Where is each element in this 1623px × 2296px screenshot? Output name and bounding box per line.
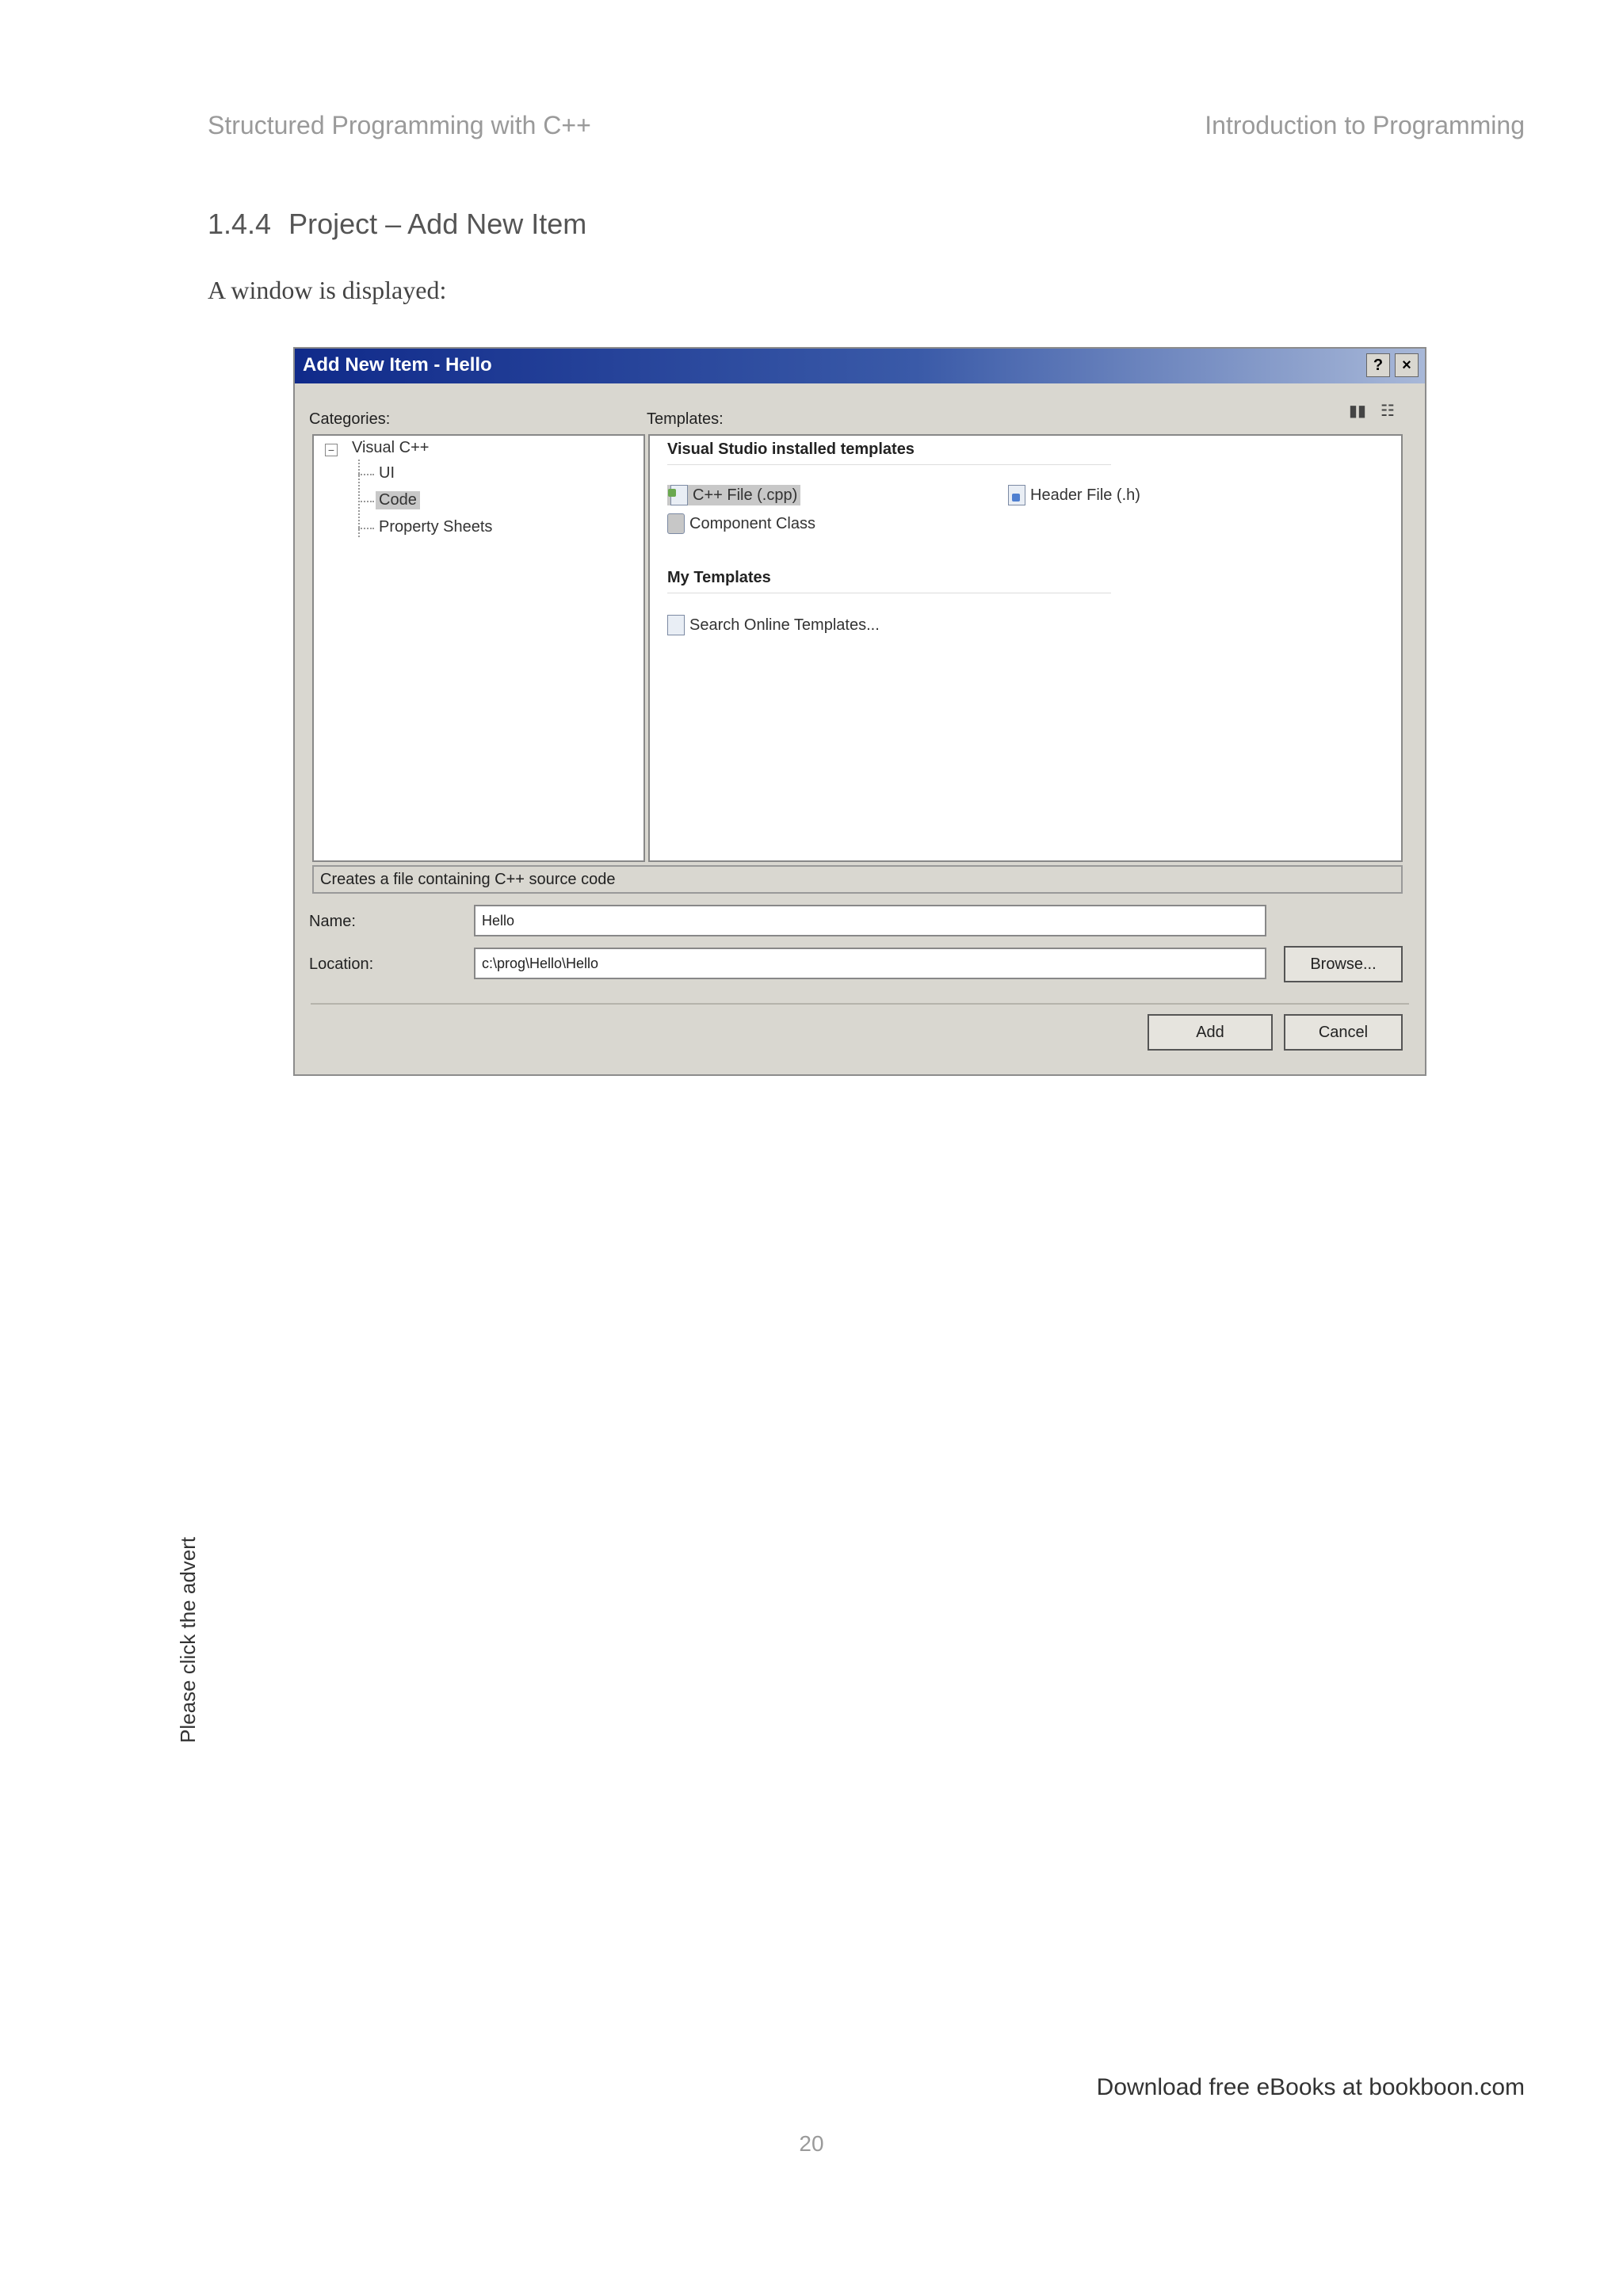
add-button[interactable]: Add xyxy=(1148,1014,1273,1051)
cpp-file-icon xyxy=(668,485,688,505)
advert-side-note[interactable]: Please click the advert xyxy=(176,1537,200,1743)
name-input[interactable]: Hello xyxy=(474,905,1266,936)
location-label: Location: xyxy=(309,955,374,973)
tree-connector xyxy=(358,474,374,475)
running-header-right: Introduction to Programming xyxy=(1205,111,1525,139)
close-button[interactable]: × xyxy=(1395,353,1419,377)
page-number: 20 xyxy=(799,2131,824,2156)
body-paragraph: A window is displayed: xyxy=(208,276,447,304)
group-divider xyxy=(667,464,1111,465)
tree-item-ui[interactable]: UI xyxy=(379,464,395,482)
component-class-icon xyxy=(667,513,685,534)
name-label: Name: xyxy=(309,913,356,930)
dialog-title: Add New Item - Hello xyxy=(303,354,492,376)
small-icons-view-icon[interactable]: ☷ xyxy=(1374,398,1401,425)
tree-item-visual-cpp[interactable]: Visual C++ xyxy=(352,439,429,457)
tree-connector xyxy=(358,501,374,502)
categories-tree[interactable]: − Visual C++ UI Code Property Sheets xyxy=(312,434,645,862)
section-number: 1.4.4 xyxy=(208,208,272,240)
template-component-class-label: Component Class xyxy=(689,514,815,532)
search-online-icon xyxy=(667,615,685,635)
tree-collapse-icon[interactable]: − xyxy=(325,444,338,456)
template-search-online-label: Search Online Templates... xyxy=(689,616,880,634)
browse-button[interactable]: Browse... xyxy=(1284,946,1403,982)
template-description: Creates a file containing C++ source cod… xyxy=(312,865,1403,894)
footer-download-link[interactable]: Download free eBooks at bookboon.com xyxy=(1097,2074,1525,2101)
group-installed-templates: Visual Studio installed templates xyxy=(667,441,915,458)
categories-label: Categories: xyxy=(309,410,391,428)
section-heading: 1.4.4 Project – Add New Item xyxy=(208,208,586,241)
header-file-icon xyxy=(1008,485,1025,505)
tree-connector xyxy=(358,460,360,537)
template-component-class[interactable]: Component Class xyxy=(667,513,815,534)
cancel-button[interactable]: Cancel xyxy=(1284,1014,1403,1051)
templates-list[interactable]: Visual Studio installed templates C++ Fi… xyxy=(648,434,1403,862)
template-cpp-file-label: C++ File (.cpp) xyxy=(693,486,798,504)
tree-connector xyxy=(358,528,374,529)
location-input[interactable]: c:\prog\Hello\Hello xyxy=(474,948,1266,979)
tree-item-property-sheets[interactable]: Property Sheets xyxy=(379,518,492,536)
template-search-online[interactable]: Search Online Templates... xyxy=(667,615,880,635)
add-new-item-dialog: Add New Item - Hello ? × Categories: Tem… xyxy=(293,347,1426,1076)
running-header-left: Structured Programming with C++ xyxy=(208,111,591,139)
dialog-titlebar: Add New Item - Hello ? × xyxy=(295,349,1425,383)
template-cpp-file[interactable]: C++ File (.cpp) xyxy=(667,485,801,505)
tree-item-code[interactable]: Code xyxy=(376,491,420,509)
group-my-templates: My Templates xyxy=(667,569,771,586)
section-title: Project – Add New Item xyxy=(288,208,587,240)
templates-label: Templates: xyxy=(647,410,724,428)
help-button[interactable]: ? xyxy=(1366,353,1390,377)
large-icons-view-icon[interactable]: ▮▮ xyxy=(1344,398,1371,425)
template-header-file[interactable]: Header File (.h) xyxy=(1008,485,1140,505)
template-header-file-label: Header File (.h) xyxy=(1030,486,1140,504)
dialog-separator xyxy=(311,1003,1409,1005)
